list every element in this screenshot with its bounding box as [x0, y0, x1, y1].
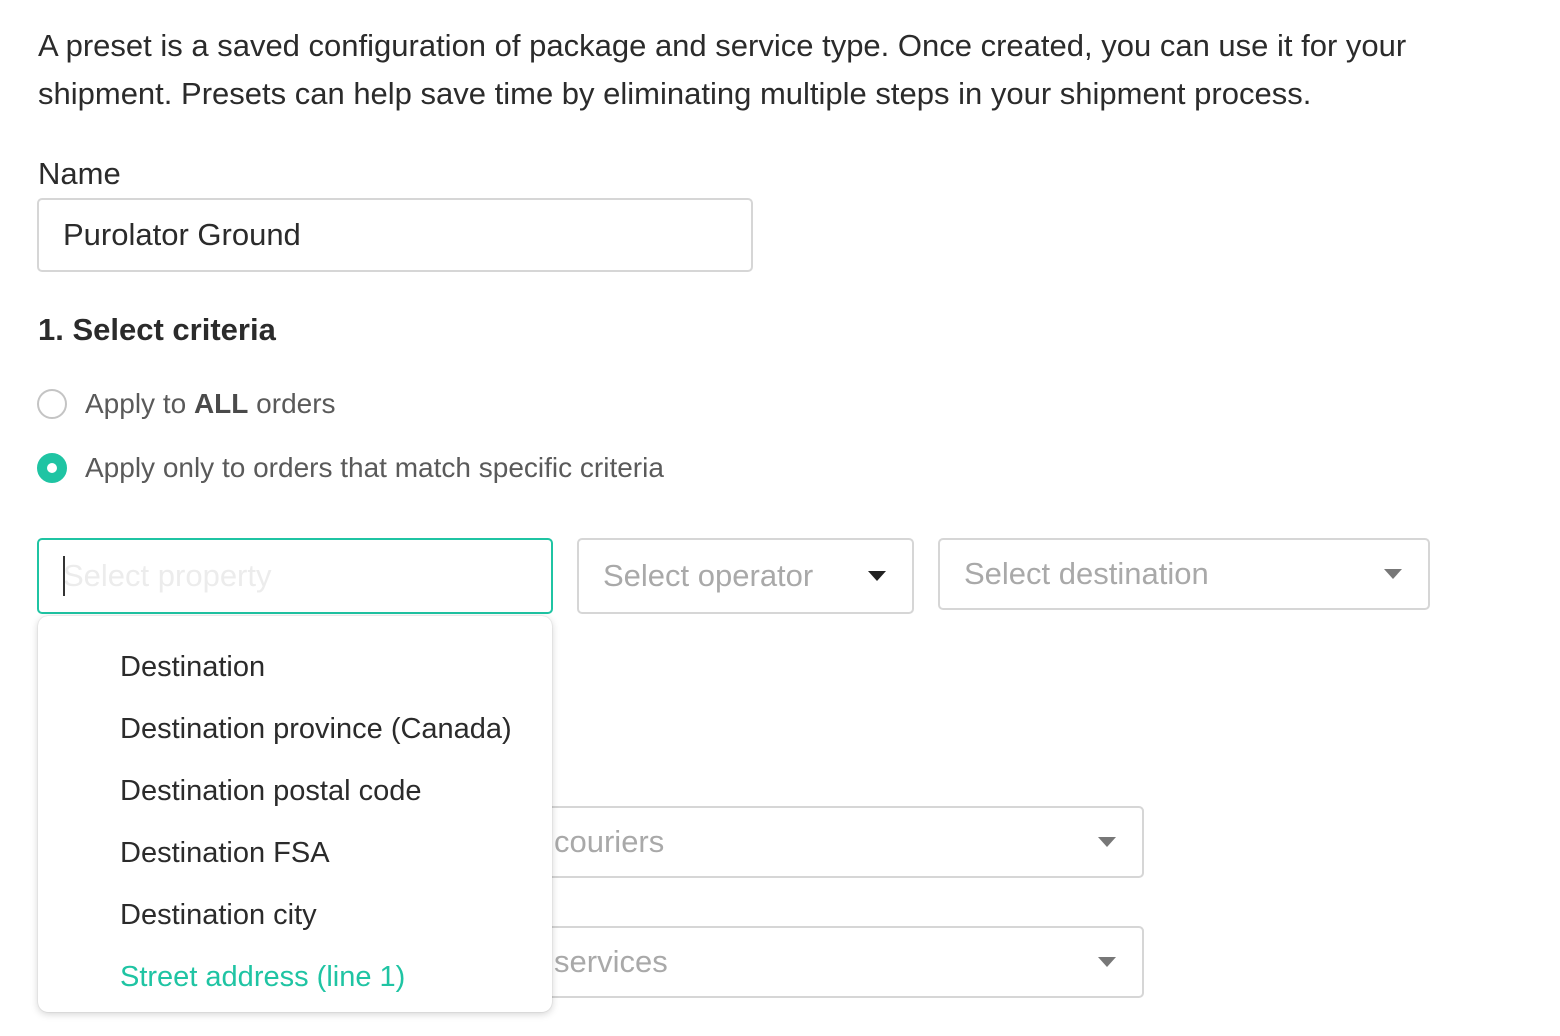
select-criteria-title: 1. Select criteria: [38, 312, 276, 347]
radio-apply-all-label: Apply to ALL orders: [85, 388, 336, 419]
select-services-dropdown[interactable]: services: [470, 926, 1144, 998]
radio-apply-all[interactable]: Apply to ALL orders: [37, 388, 336, 420]
property-option-destination-postal-code[interactable]: Destination postal code: [78, 760, 552, 822]
text-cursor: [63, 556, 65, 596]
radio-apply-specific[interactable]: Apply only to orders that match specific…: [37, 452, 664, 484]
property-option-destination-province[interactable]: Destination province (Canada): [78, 698, 552, 760]
property-option-destination-city[interactable]: Destination city: [78, 884, 552, 946]
chevron-down-icon: [1098, 837, 1116, 847]
select-services-placeholder: services: [554, 944, 668, 979]
name-input[interactable]: [37, 198, 753, 272]
property-option-destination-fsa[interactable]: Destination FSA: [78, 822, 552, 884]
name-label: Name: [38, 156, 121, 191]
radio-apply-all-circle[interactable]: [37, 389, 67, 419]
select-property-input[interactable]: [37, 538, 553, 614]
chevron-down-icon: [1098, 957, 1116, 967]
intro-text: A preset is a saved configuration of pac…: [38, 28, 1407, 111]
select-couriers-placeholder: couriers: [554, 824, 665, 859]
select-operator-dropdown[interactable]: Select operator: [577, 538, 914, 614]
select-operator-placeholder: Select operator: [603, 558, 814, 593]
preset-form: A preset is a saved configuration of pac…: [0, 0, 1560, 1036]
property-options-menu: Destination Destination province (Canada…: [38, 616, 552, 1012]
chevron-down-icon: [868, 571, 886, 581]
chevron-down-icon: [1384, 569, 1402, 579]
select-destination-dropdown[interactable]: Select destination: [938, 538, 1430, 610]
radio-apply-specific-circle[interactable]: [37, 453, 67, 483]
select-destination-placeholder: Select destination: [964, 556, 1209, 591]
select-couriers-dropdown[interactable]: couriers: [470, 806, 1144, 878]
property-option-street-address-line-1[interactable]: Street address (line 1): [78, 946, 552, 1008]
property-option-destination[interactable]: Destination: [78, 636, 552, 698]
radio-apply-specific-label: Apply only to orders that match specific…: [85, 452, 664, 483]
